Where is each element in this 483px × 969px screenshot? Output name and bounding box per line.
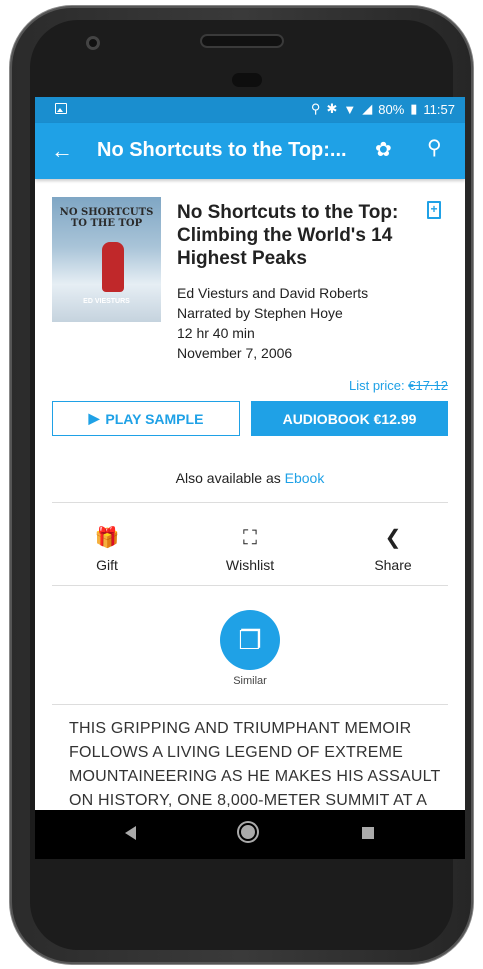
wishlist-label: Wishlist [225, 557, 275, 573]
gift-button[interactable]: 🎁 Gift [62, 525, 152, 573]
cover-title: NO SHORTCUTS TO THE TOP [59, 207, 154, 229]
book-duration: 12 hr 40 min [177, 325, 255, 341]
also-prefix: Also available as [175, 470, 285, 486]
nav-home-icon[interactable] [239, 823, 257, 841]
book-cover[interactable]: NO SHORTCUTS TO THE TOP ED VIESTURS [52, 197, 161, 322]
clock: 11:57 [423, 101, 455, 117]
nav-recents-icon[interactable] [362, 827, 374, 839]
location-icon: ⚲ [310, 101, 321, 116]
gift-icon: 🎁 [94, 527, 120, 549]
page-title: No Shortcuts to the Top:... [97, 139, 347, 161]
play-icon: ▶ [88, 410, 100, 426]
divider [52, 502, 448, 503]
cover-author: ED VIESTURS [83, 298, 130, 305]
book-date: November 7, 2006 [177, 345, 293, 361]
also-available: Also available as Ebook [35, 470, 465, 486]
back-arrow-icon[interactable]: ← [51, 137, 73, 165]
front-camera [86, 36, 100, 50]
play-sample-button[interactable]: ▶ PLAY SAMPLE [52, 401, 240, 436]
list-price-value: €17.12 [408, 378, 448, 393]
app-bar: ← No Shortcuts to the Top:... ✿ ⚲ [35, 123, 465, 179]
earpiece-speaker [200, 34, 284, 48]
share-button[interactable]: ❮ Share [348, 525, 438, 573]
status-bar: ⚲ ✱ ▼ ◢ 80% ▮ 11:57 [35, 97, 465, 123]
similar-icon: ❐ [238, 624, 262, 655]
image-icon [55, 103, 67, 114]
wishlist-icon: ⛶ [243, 527, 257, 549]
search-icon[interactable]: ⚲ [427, 135, 442, 160]
wifi-icon: ▼ [343, 101, 357, 117]
bookmark-add-icon[interactable]: + [427, 201, 441, 219]
list-price: List price: €17.12 [349, 378, 448, 393]
divider [52, 585, 448, 586]
cover-climber [102, 242, 124, 292]
book-meta: Ed Viesturs and David Roberts Narrated b… [177, 283, 368, 363]
battery-icon: ▮ [410, 101, 418, 116]
navigation-bar [35, 810, 465, 859]
nav-back-icon[interactable] [125, 826, 136, 840]
divider [52, 704, 448, 705]
proximity-sensor [232, 73, 262, 87]
paw-icon[interactable]: ✿ [375, 137, 392, 162]
book-authors: Ed Viesturs and David Roberts [177, 285, 369, 301]
play-sample-label: PLAY SAMPLE [105, 410, 204, 427]
share-icon: ❮ [384, 527, 402, 549]
signal-icon: ◢ [362, 101, 373, 116]
book-title: No Shortcuts to the Top: Climbing the Wo… [177, 202, 399, 269]
similar-label: Similar [233, 675, 267, 687]
status-right: ⚲ ✱ ▼ ◢ 80% ▮ 11:57 [311, 101, 455, 117]
wishlist-button[interactable]: ⛶ Wishlist [205, 525, 295, 573]
list-price-label: List price: [348, 378, 409, 393]
share-label: Share [374, 557, 412, 573]
buy-label: AUDIOBOOK €12.99 [282, 410, 417, 427]
buy-audiobook-button[interactable]: AUDIOBOOK €12.99 [251, 401, 448, 436]
bluetooth-icon: ✱ [326, 101, 338, 116]
similar-button[interactable]: ❐ [220, 610, 280, 670]
screen: ⚲ ✱ ▼ ◢ 80% ▮ 11:57 ← No Shortcuts to th… [35, 97, 465, 859]
gift-label: Gift [96, 557, 118, 573]
ebook-link[interactable]: Ebook [285, 470, 325, 486]
book-narrator: Narrated by Stephen Hoye [177, 305, 343, 321]
battery-text: 80% [378, 101, 405, 117]
